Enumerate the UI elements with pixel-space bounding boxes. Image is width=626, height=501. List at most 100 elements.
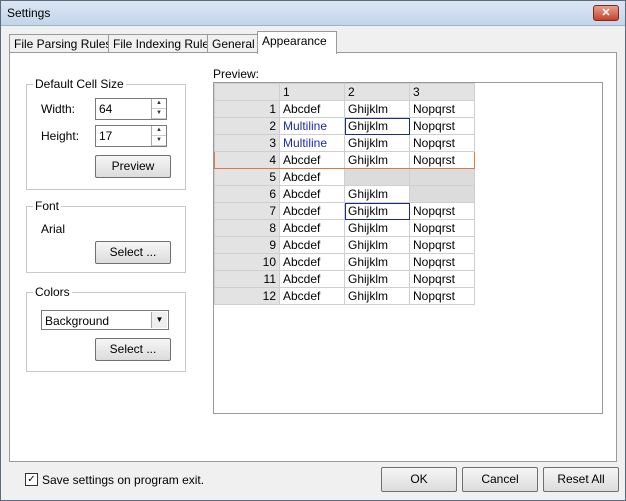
window-title: Settings — [7, 6, 51, 20]
grid-cell[interactable]: Nopqrst — [409, 202, 475, 220]
spin-up-icon[interactable]: ▲ — [152, 126, 166, 136]
table-row: 7 Abcdef Ghijklm Nopqrst — [214, 202, 475, 220]
grid-cell[interactable]: Ghijklm — [344, 270, 410, 288]
title-bar: Settings ✕ — [1, 1, 625, 26]
row-header: 8 — [214, 219, 280, 237]
tab-file-parsing-rules[interactable]: File Parsing Rules — [9, 34, 111, 53]
grid-cell[interactable]: Abcdef — [279, 202, 345, 220]
table-row: 11 Abcdef Ghijklm Nopqrst — [214, 270, 475, 288]
width-spin-arrows[interactable]: ▲ ▼ — [151, 99, 166, 119]
table-row: 2 Multiline Ghijklm Nopqrst — [214, 117, 475, 135]
height-stepper[interactable]: 17 ▲ ▼ — [95, 125, 167, 147]
grid-cell[interactable]: Multiline — [279, 117, 345, 135]
table-row: 1 Abcdef Ghijklm Nopqrst — [214, 100, 475, 118]
grid-cell[interactable]: Abcdef — [279, 270, 345, 288]
grid-cell[interactable]: Nopqrst — [409, 236, 475, 254]
font-select-button[interactable]: Select ... — [95, 241, 171, 264]
table-row: 3 Multiline Ghijklm Nopqrst — [214, 134, 475, 152]
table-row: 10 Abcdef Ghijklm Nopqrst — [214, 253, 475, 271]
grid-cell[interactable]: Ghijklm — [344, 253, 410, 271]
table-row: 12 Abcdef Ghijklm Nopqrst — [214, 287, 475, 305]
preview-table: 1 2 3 1 Abcdef Ghijklm Nopqrst 2 Multiline Gh… — [214, 83, 475, 305]
grid-cell[interactable]: Nopqrst — [409, 117, 475, 135]
grid-cell[interactable]: Abcdef — [279, 287, 345, 305]
grid-cell[interactable]: Ghijklm — [344, 100, 410, 118]
font-label: Font — [33, 199, 62, 213]
grid-cell[interactable]: Ghijklm — [344, 236, 410, 254]
grid-cell[interactable]: Abcdef — [279, 253, 345, 271]
grid-cell[interactable]: Nopqrst — [409, 270, 475, 288]
grid-cell[interactable]: Nopqrst — [409, 253, 475, 271]
grid-cell[interactable]: Ghijklm — [344, 185, 410, 203]
grid-cell[interactable]: Multiline — [279, 134, 345, 152]
column-header: 3 — [409, 83, 475, 101]
width-stepper[interactable]: 64 ▲ ▼ — [95, 98, 167, 120]
row-header: 5 — [214, 168, 280, 186]
default-cell-size-group: Default Cell Size Width: 64 ▲ ▼ Height: 1… — [26, 77, 186, 190]
corner-header — [214, 83, 280, 101]
settings-window: Settings ✕ File Parsing Rules File Index… — [0, 0, 626, 501]
close-icon[interactable]: ✕ — [593, 5, 619, 21]
grid-cell[interactable]: Abcdef — [279, 185, 345, 203]
grid-cell[interactable]: Abcdef — [279, 100, 345, 118]
tab-file-indexing-rules[interactable]: File Indexing Rules — [108, 34, 215, 53]
row-header: 11 — [214, 270, 280, 288]
spin-down-icon[interactable]: ▼ — [152, 109, 166, 119]
colors-select-button[interactable]: Select ... — [95, 338, 171, 361]
save-settings-label: Save settings on program exit. — [42, 473, 205, 487]
grid-cell[interactable] — [409, 168, 475, 186]
colors-group: Colors Background ▼ Select ... — [26, 285, 186, 372]
cancel-button[interactable]: Cancel — [462, 467, 538, 492]
grid-cell[interactable]: Ghijklm — [344, 134, 410, 152]
grid-cell[interactable]: Nopqrst — [409, 100, 475, 118]
grid-cell[interactable]: Ghijklm — [344, 117, 410, 135]
grid-cell[interactable]: Abcdef — [279, 168, 345, 186]
grid-cell[interactable]: Ghijklm — [344, 202, 410, 220]
tab-appearance[interactable]: Appearance — [257, 31, 337, 54]
save-settings-checkbox[interactable]: ✓ — [25, 473, 38, 486]
colors-selected: Background — [45, 314, 110, 328]
grid-cell[interactable]: Nopqrst — [409, 151, 475, 169]
grid-cell[interactable] — [344, 168, 410, 186]
grid-cell[interactable]: Nopqrst — [409, 219, 475, 237]
grid-cell[interactable] — [409, 185, 475, 203]
preview-button[interactable]: Preview — [95, 155, 171, 178]
height-label: Height: — [41, 129, 80, 143]
row-header: 3 — [214, 134, 280, 152]
table-row: 8 Abcdef Ghijklm Nopqrst — [214, 219, 475, 237]
ok-button[interactable]: OK — [381, 467, 457, 492]
table-row: 5 Abcdef — [214, 168, 475, 186]
colors-dropdown[interactable]: Background ▼ — [41, 310, 169, 330]
grid-cell[interactable]: Ghijklm — [344, 151, 410, 169]
grid-cell[interactable]: Ghijklm — [344, 219, 410, 237]
row-header: 4 — [214, 151, 280, 169]
grid-cell[interactable]: Abcdef — [279, 219, 345, 237]
height-spin-arrows[interactable]: ▲ ▼ — [151, 126, 166, 146]
row-header: 6 — [214, 185, 280, 203]
width-label: Width: — [41, 102, 76, 116]
table-row: 4 Abcdef Ghijklm Nopqrst — [214, 151, 475, 169]
row-header: 7 — [214, 202, 280, 220]
grid-cell[interactable]: Nopqrst — [409, 134, 475, 152]
spin-down-icon[interactable]: ▼ — [152, 136, 166, 146]
width-value: 64 — [99, 102, 113, 116]
row-header: 2 — [214, 117, 280, 135]
default-cell-size-label: Default Cell Size — [33, 77, 126, 91]
row-header: 1 — [214, 100, 280, 118]
preview-grid[interactable]: 1 2 3 1 Abcdef Ghijklm Nopqrst 2 Multiline Gh… — [213, 82, 603, 414]
grid-cell[interactable]: Abcdef — [279, 151, 345, 169]
grid-cell[interactable]: Abcdef — [279, 236, 345, 254]
chevron-down-icon[interactable]: ▼ — [151, 312, 167, 328]
bottom-bar: ✓ Save settings on program exit. OK Canc… — [1, 463, 625, 500]
column-header: 1 — [279, 83, 345, 101]
grid-cell[interactable]: Nopqrst — [409, 287, 475, 305]
font-group: Font Arial Select ... — [26, 199, 186, 273]
tab-general[interactable]: General — [207, 34, 260, 53]
table-row: 9 Abcdef Ghijklm Nopqrst — [214, 236, 475, 254]
table-row: 6 Abcdef Ghijklm — [214, 185, 475, 203]
row-header: 12 — [214, 287, 280, 305]
preview-label: Preview: — [213, 67, 260, 81]
grid-cell[interactable]: Ghijklm — [344, 287, 410, 305]
reset-all-button[interactable]: Reset All — [543, 467, 619, 492]
spin-up-icon[interactable]: ▲ — [152, 99, 166, 109]
